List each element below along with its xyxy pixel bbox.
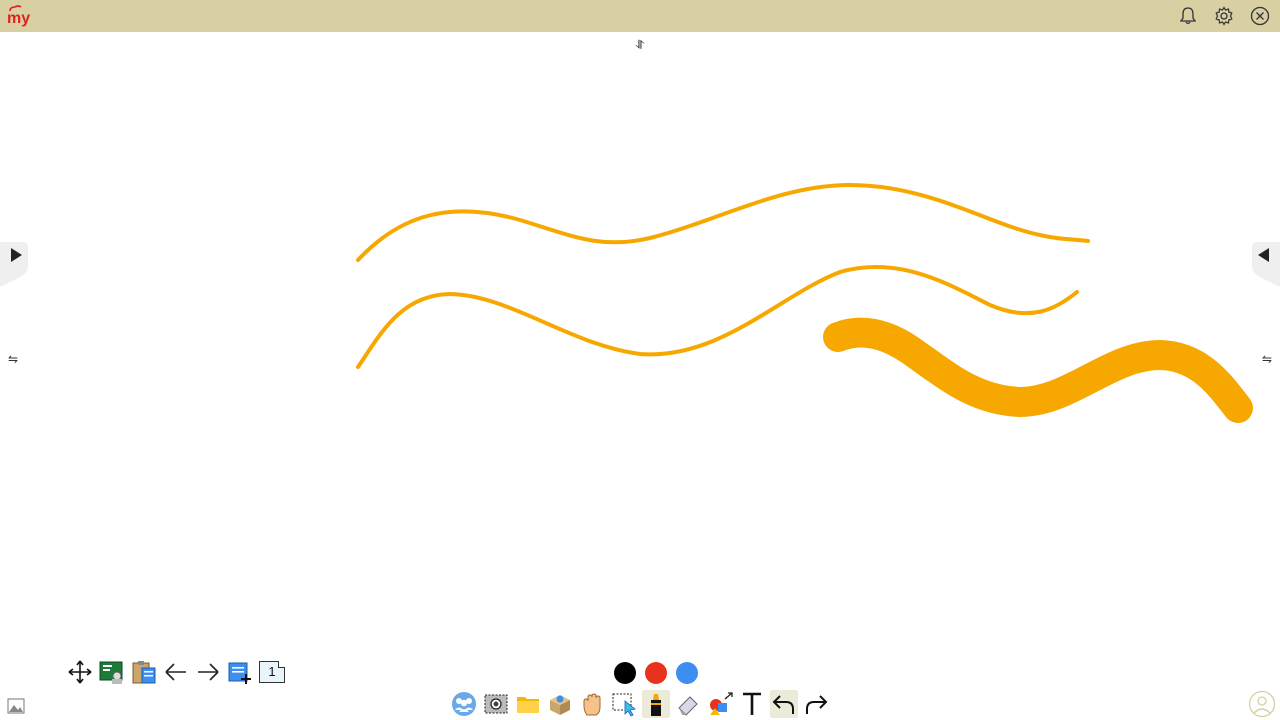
text-icon[interactable] (738, 690, 766, 718)
ink-stroke (823, 317, 1253, 423)
arrow-right-icon[interactable] (194, 658, 222, 686)
drawing-canvas[interactable] (0, 32, 1280, 652)
gear-icon[interactable] (1212, 4, 1236, 28)
swap-right-icon[interactable]: ⇋ (1260, 351, 1274, 367)
app-logo[interactable]: my (6, 5, 38, 27)
redo-icon[interactable] (802, 690, 830, 718)
hand-icon[interactable] (578, 690, 606, 718)
image-icon[interactable] (2, 692, 30, 720)
bell-icon[interactable] (1176, 4, 1200, 28)
color-blue[interactable] (676, 662, 698, 684)
right-panel-toggle[interactable] (1250, 240, 1280, 286)
select-icon[interactable] (610, 690, 638, 718)
arrow-left-icon[interactable] (162, 658, 190, 686)
swap-left-icon[interactable]: ⇋ (6, 351, 20, 367)
add-page-icon[interactable] (226, 658, 254, 686)
close-circle-icon[interactable] (1248, 4, 1272, 28)
color-red[interactable] (645, 662, 667, 684)
clipboard-icon[interactable] (130, 658, 158, 686)
box-icon[interactable] (546, 690, 574, 718)
color-black[interactable] (614, 662, 636, 684)
shapes-icon[interactable] (706, 690, 734, 718)
ink-stroke (356, 182, 1090, 262)
folder-icon[interactable] (514, 690, 542, 718)
undo-icon[interactable] (770, 690, 798, 718)
page-number[interactable]: 1 (259, 661, 285, 683)
ink-stroke (356, 265, 1079, 369)
eraser-icon[interactable] (674, 690, 702, 718)
group-icon[interactable] (450, 690, 478, 718)
left-panel-toggle[interactable] (0, 240, 30, 286)
presentation-icon[interactable] (98, 658, 126, 686)
top-bar: my (0, 0, 1280, 32)
svg-text:my: my (7, 10, 30, 27)
move-icon[interactable] (66, 658, 94, 686)
screenshot-icon[interactable] (482, 690, 510, 718)
user-icon[interactable] (1248, 690, 1276, 718)
marker-icon[interactable] (642, 690, 670, 718)
